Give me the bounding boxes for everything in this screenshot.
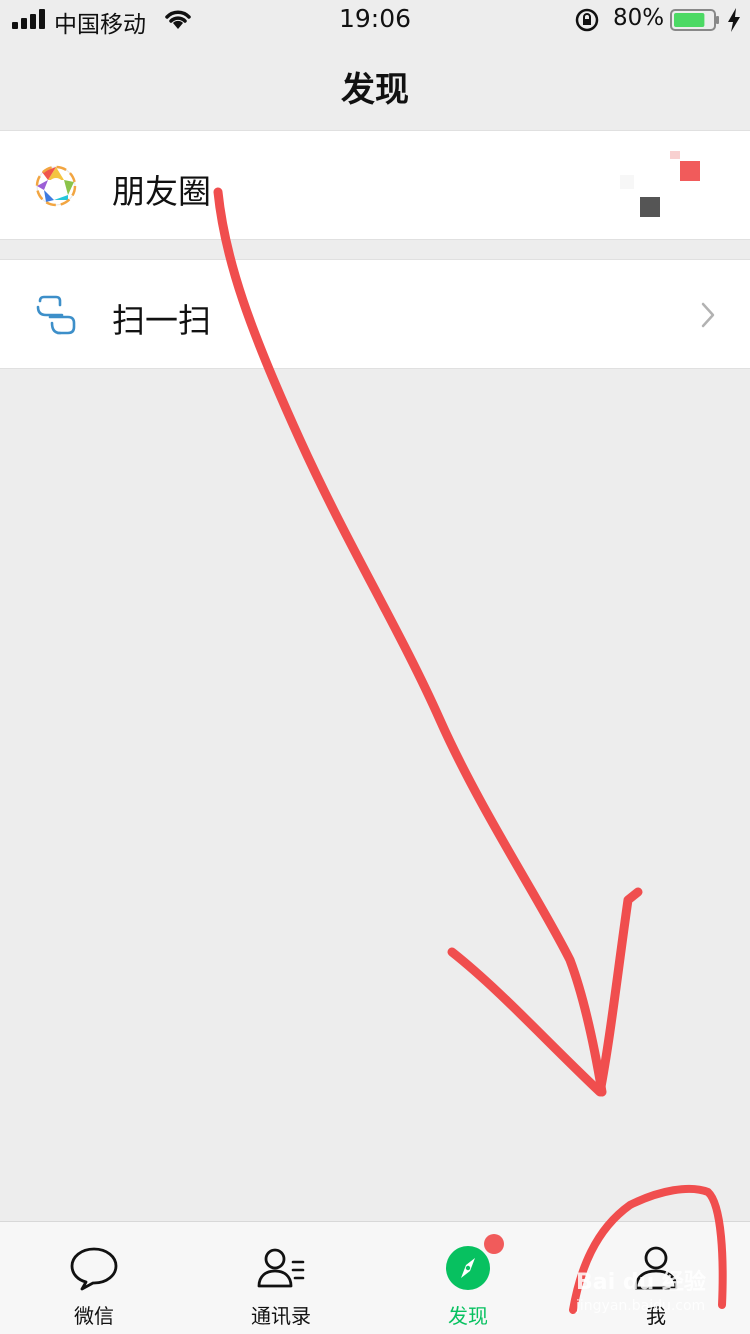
tab-discover-label: 发现 xyxy=(448,1304,488,1328)
discover-badge-dot xyxy=(484,1234,504,1254)
tab-chats[interactable]: 微信 xyxy=(0,1222,188,1334)
tab-chats-label: 微信 xyxy=(74,1304,114,1328)
person-icon xyxy=(634,1246,678,1290)
bolt-icon xyxy=(728,8,740,32)
status-bar: 中国移动 19:06 80% xyxy=(0,0,750,40)
battery-icon xyxy=(670,9,719,31)
moments-label: 朋友圈 xyxy=(112,172,211,211)
moments-aperture-icon xyxy=(35,165,77,207)
tab-contacts[interactable]: 通讯录 xyxy=(187,1222,375,1334)
chat-bubble-icon xyxy=(70,1247,118,1291)
contacts-icon xyxy=(257,1248,305,1288)
scan-cell[interactable]: 扫一扫 xyxy=(0,259,750,369)
discover-screen: 中国移动 19:06 80% 发现 朋友圈 扫一扫 微信 通讯录 发现 我 Ba… xyxy=(0,0,750,1334)
rotation-lock-icon xyxy=(575,8,599,32)
battery-percent: 80% xyxy=(613,5,665,31)
tab-bar: 微信 通讯录 发现 我 xyxy=(0,1221,750,1334)
tab-me-label: 我 xyxy=(646,1304,666,1328)
tab-me[interactable]: 我 xyxy=(562,1222,750,1334)
tab-contacts-label: 通讯录 xyxy=(251,1304,311,1328)
moments-update-thumbnail xyxy=(620,151,700,217)
moments-cell[interactable]: 朋友圈 xyxy=(0,130,750,240)
scan-icon xyxy=(36,295,76,335)
tab-discover[interactable]: 发现 xyxy=(374,1222,562,1334)
page-title: 发现 xyxy=(341,70,409,110)
chevron-right-icon xyxy=(701,302,715,328)
scan-label: 扫一扫 xyxy=(112,301,211,340)
